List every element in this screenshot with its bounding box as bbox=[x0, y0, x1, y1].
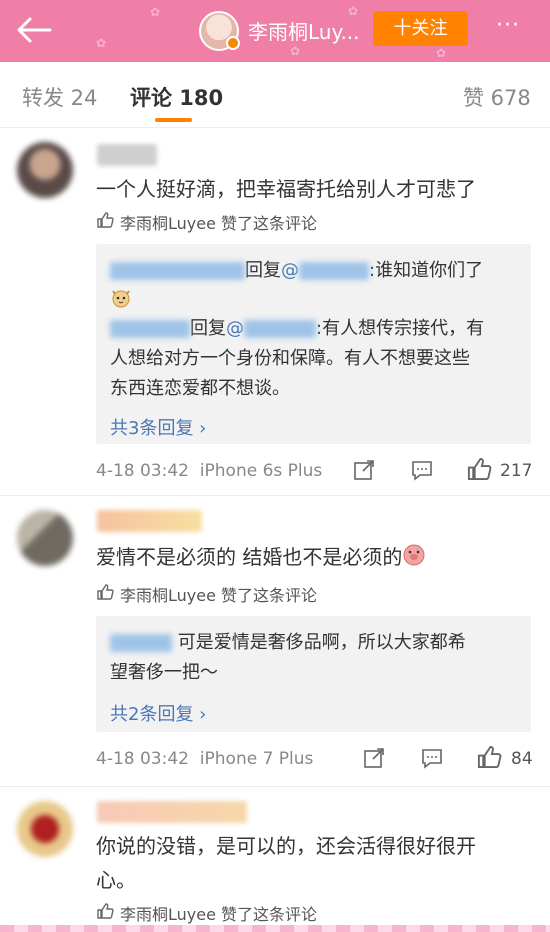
comment-device: iPhone 6s Plus bbox=[199, 461, 323, 481]
tab-repost[interactable]: 转发 24 bbox=[22, 82, 97, 112]
thumb-up-icon bbox=[96, 583, 114, 605]
commenter-name[interactable] bbox=[97, 510, 202, 532]
author-liked-note: 李雨桐Luyee 赞了这条评论 bbox=[96, 901, 317, 925]
comment-icon[interactable] bbox=[410, 458, 434, 486]
bottom-border-pattern bbox=[0, 925, 550, 932]
thumb-up-icon bbox=[96, 211, 114, 233]
comment-item: 爱情不是必须的 结婚也不是必须的 李雨桐Luyee 赞了这条评论 可是爱情是奢侈… bbox=[0, 496, 550, 786]
reply-prefix: 回复 bbox=[190, 318, 226, 339]
verified-badge-icon bbox=[226, 36, 240, 50]
commenter-name[interactable] bbox=[97, 144, 157, 166]
share-icon[interactable] bbox=[362, 746, 386, 774]
top-bar: ✿ ✿ ✿ ✿ ✿ 李雨桐Luy... 十关注 ··· bbox=[0, 0, 550, 62]
comment-item: 你说的没错，是可以的，还会活得很好很开 心。 李雨桐Luyee 赞了这条评论 bbox=[0, 787, 550, 925]
comment-meta: 4-18 03:42 iPhone 6s Plus bbox=[96, 461, 322, 481]
reply-text: 可是爱情是奢侈品啊，所以大家都希 bbox=[177, 632, 466, 653]
reply-text: :谁知道你们了 bbox=[369, 260, 484, 281]
tab-comment[interactable]: 评论 180 bbox=[130, 82, 223, 112]
commenter-name[interactable] bbox=[97, 801, 247, 823]
commenter-avatar[interactable] bbox=[17, 510, 73, 566]
pig-emoji-icon bbox=[402, 543, 426, 575]
author-liked-text: 李雨桐Luyee 赞了这条评论 bbox=[120, 586, 318, 605]
commenter-avatar[interactable] bbox=[17, 142, 73, 198]
tab-like[interactable]: 赞 678 bbox=[463, 82, 531, 112]
author-liked-note: 李雨桐Luyee 赞了这条评论 bbox=[96, 210, 317, 234]
comment-text: 爱情不是必须的 结婚也不是必须的 bbox=[96, 542, 536, 575]
comment-item: 一个人挺好滴，把幸福寄托给别人才可悲了 李雨桐Luyee 赞了这条评论 回复@:… bbox=[0, 128, 550, 495]
like-icon[interactable] bbox=[466, 456, 492, 486]
reply-line: 人想给对方一个身份和保障。有人不想要这些 bbox=[110, 348, 470, 369]
more-replies-link[interactable]: 共2条回复 › bbox=[110, 700, 206, 726]
comment-text-body: 爱情不是必须的 结婚也不是必须的 bbox=[96, 545, 403, 569]
comment-time: 4-18 03:42 bbox=[96, 749, 189, 769]
back-arrow-icon[interactable] bbox=[14, 12, 54, 48]
share-icon[interactable] bbox=[352, 458, 376, 486]
reply-prefix: 回复 bbox=[245, 260, 281, 281]
author-liked-note: 李雨桐Luyee 赞了这条评论 bbox=[96, 582, 317, 606]
like-count: 84 bbox=[511, 749, 533, 769]
reply-at[interactable]: @ bbox=[281, 260, 299, 281]
author-liked-text: 李雨桐Luyee 赞了这条评论 bbox=[120, 214, 318, 233]
reply-line: 回复@ :谁知道你们了 bbox=[110, 256, 517, 286]
author-liked-text: 李雨桐Luyee 赞了这条评论 bbox=[120, 905, 318, 924]
user-name[interactable]: 李雨桐Luy... bbox=[248, 16, 360, 45]
more-options-icon[interactable]: ··· bbox=[496, 13, 520, 38]
like-count: 217 bbox=[500, 461, 533, 481]
reply-line: 望奢侈一把～ bbox=[110, 662, 218, 683]
comment-text-line: 心。 bbox=[96, 868, 136, 892]
commenter-avatar[interactable] bbox=[17, 801, 73, 857]
comment-text: 一个人挺好滴，把幸福寄托给别人才可悲了 bbox=[96, 177, 476, 201]
tab-bar: 转发 24 评论 180 赞 678 bbox=[0, 62, 550, 128]
reply-at[interactable]: @ bbox=[226, 318, 244, 339]
comment-icon[interactable] bbox=[420, 746, 444, 774]
active-tab-indicator bbox=[155, 118, 192, 122]
comment-text-line: 你说的没错，是可以的，还会活得很好很开 bbox=[96, 834, 476, 858]
thumb-up-icon bbox=[96, 902, 114, 924]
reply-line: 回复@ :有人想传宗接代，有 bbox=[110, 314, 517, 344]
reply-text: :有人想传宗接代，有 bbox=[316, 318, 485, 339]
reply-box[interactable]: 可是爱情是奢侈品啊，所以大家都希 望奢侈一把～ 共2条回复 › bbox=[96, 616, 531, 732]
reply-box[interactable]: 回复@:谁知道你们了 回复@:有人想传宗接代，有 人想给对方一个身份和保障。有人… bbox=[96, 244, 531, 444]
comment-device: iPhone 7 Plus bbox=[199, 749, 314, 769]
comment-meta: 4-18 03:42 iPhone 7 Plus bbox=[96, 749, 313, 769]
reply-line: 东西连恋爱都不想谈。 bbox=[110, 378, 290, 399]
more-replies-link[interactable]: 共3条回复 › bbox=[110, 414, 206, 440]
reply-line: 可是爱情是奢侈品啊，所以大家都希 bbox=[110, 628, 517, 658]
follow-button[interactable]: 十关注 bbox=[373, 11, 468, 46]
comment-time: 4-18 03:42 bbox=[96, 461, 189, 481]
like-icon[interactable] bbox=[476, 744, 502, 774]
